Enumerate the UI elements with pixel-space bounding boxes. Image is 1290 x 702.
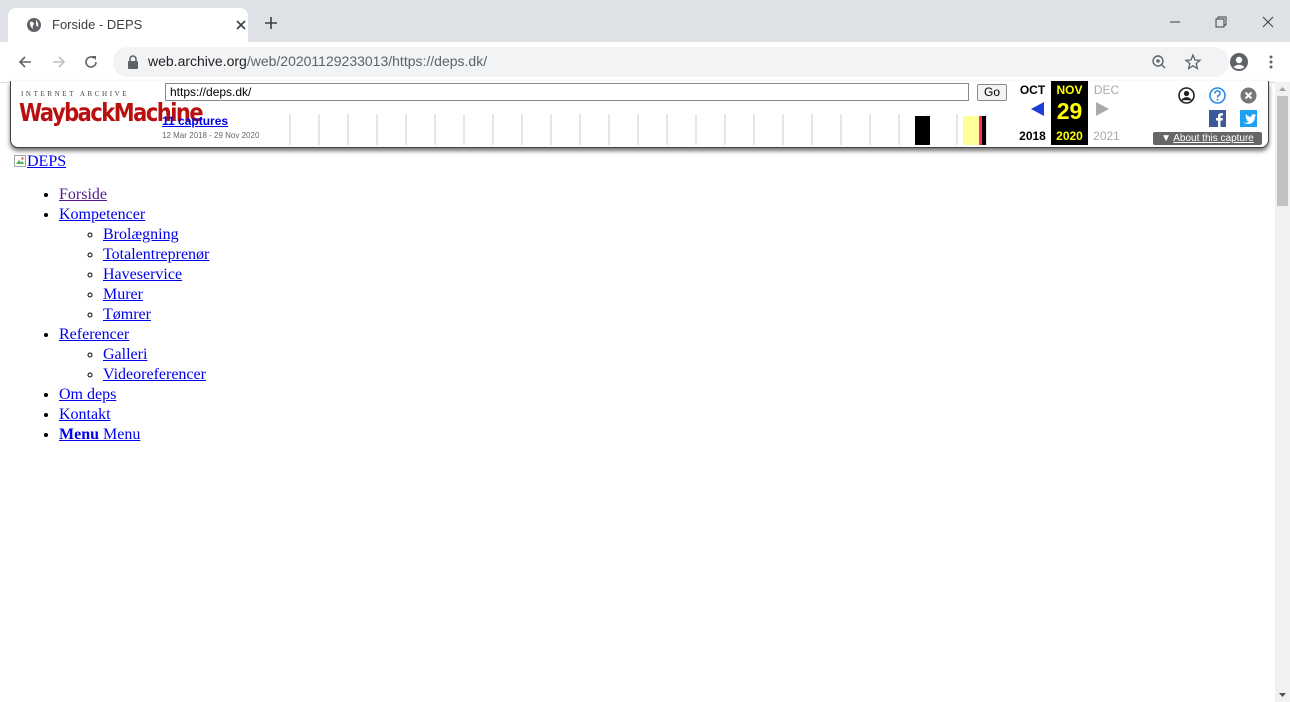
- caret-down-icon: ▼: [1161, 133, 1174, 144]
- scroll-down-icon[interactable]: [1279, 691, 1286, 698]
- nav-link-om-deps[interactable]: Om deps: [59, 386, 116, 403]
- nav-link-forside[interactable]: Forside: [59, 186, 107, 203]
- lock-icon: [128, 55, 138, 69]
- nav-item-totalentreprenor: Totalentreprenør: [103, 245, 209, 265]
- broken-image-icon: [14, 155, 26, 167]
- address-bar[interactable]: web.archive.org/web/20201129233013/https…: [113, 47, 1229, 77]
- reload-icon[interactable]: [83, 54, 99, 70]
- nav-link-totalentreprenor[interactable]: Totalentreprenør: [103, 246, 209, 263]
- wayback-url-input[interactable]: https://deps.dk/: [165, 83, 969, 101]
- scroll-up-icon[interactable]: [1279, 86, 1286, 93]
- page-scrollbar[interactable]: [1275, 82, 1290, 702]
- nav-item-referencer: Referencer Galleri Videoreferencer: [59, 325, 209, 385]
- internet-archive-label: INTERNET ARCHIVE: [21, 90, 130, 98]
- capture-day: 29: [1056, 98, 1083, 124]
- about-capture-button[interactable]: ▼ About this capture: [1153, 132, 1262, 145]
- user-account-icon[interactable]: [1178, 87, 1195, 104]
- menu-plain-label: Menu: [103, 426, 141, 443]
- nav-link-haveservice[interactable]: Haveservice: [103, 266, 182, 283]
- capture-sparkline[interactable]: [289, 114, 1009, 145]
- captures-link[interactable]: 11 captures: [162, 114, 228, 128]
- new-tab-icon[interactable]: [263, 15, 279, 31]
- browser-toolbar: web.archive.org/web/20201129233013/https…: [0, 42, 1290, 83]
- nav-item-haveservice: Haveservice: [103, 265, 209, 285]
- close-window-icon[interactable]: [1260, 14, 1276, 30]
- nav-item-brolaegning: Brolægning: [103, 225, 209, 245]
- forward-icon[interactable]: [51, 54, 67, 70]
- prev-month-label[interactable]: OCT: [1014, 83, 1051, 97]
- menu-bold-label: Menu: [59, 426, 99, 443]
- wayback-toolbar: INTERNET ARCHIVE WaybackMachine https://…: [10, 81, 1269, 148]
- scroll-thumb[interactable]: [1277, 96, 1288, 206]
- tab-strip: Forside - DEPS: [0, 0, 1290, 42]
- url-path: /web/20201129233013/https://deps.dk/: [246, 53, 488, 69]
- url-text: web.archive.org/web/20201129233013/https…: [148, 53, 487, 69]
- nav-link-murer[interactable]: Murer: [103, 286, 143, 303]
- bookmark-star-icon[interactable]: [1184, 53, 1202, 71]
- next-month-label: DEC: [1093, 83, 1120, 97]
- tab-title: Forside - DEPS: [52, 17, 143, 32]
- nav-item-galleri: Galleri: [103, 345, 209, 365]
- nav-link-videoreferencer[interactable]: Videoreferencer: [103, 366, 206, 383]
- back-icon[interactable]: [17, 54, 33, 70]
- restore-icon[interactable]: [1213, 14, 1229, 30]
- nav-link-kompetencer[interactable]: Kompetencer: [59, 206, 145, 223]
- help-icon[interactable]: [1209, 87, 1226, 104]
- about-capture-label: About this capture: [1173, 133, 1254, 144]
- prev-year-label[interactable]: 2018: [1014, 129, 1051, 143]
- browser-tab[interactable]: Forside - DEPS: [8, 8, 248, 42]
- nav-link-referencer[interactable]: Referencer: [59, 326, 129, 343]
- nav-link-brolaegning[interactable]: Brolægning: [103, 226, 179, 243]
- menu-toggle-link[interactable]: Menu Menu: [59, 426, 140, 443]
- nav-item-om-deps: Om deps: [59, 385, 209, 405]
- logo-alt-text: DEPS: [27, 153, 67, 170]
- twitter-icon[interactable]: [1240, 110, 1257, 127]
- nav-link-kontakt[interactable]: Kontakt: [59, 406, 111, 423]
- nav-item-forside: Forside: [59, 185, 209, 205]
- current-year-label: 2020: [1056, 129, 1083, 143]
- menu-dots-icon[interactable]: [1262, 53, 1280, 71]
- nav-link-galleri[interactable]: Galleri: [103, 346, 147, 363]
- nav-item-murer: Murer: [103, 285, 209, 305]
- next-capture-arrow-icon: [1096, 102, 1109, 116]
- next-year-label: 2021: [1093, 129, 1120, 143]
- nav-item-kontakt: Kontakt: [59, 405, 209, 425]
- nav-item-tomrer: Tømrer: [103, 305, 209, 325]
- zoom-icon[interactable]: [1150, 53, 1168, 71]
- nav-link-tomrer[interactable]: Tømrer: [103, 306, 151, 323]
- main-nav: Forside Kompetencer Brolægning Totalentr…: [0, 185, 209, 445]
- minimize-icon[interactable]: [1167, 14, 1183, 30]
- url-host: web.archive.org: [148, 53, 247, 69]
- globe-icon: [27, 18, 41, 32]
- nav-item-menu: Menu Menu: [59, 425, 209, 445]
- facebook-icon[interactable]: [1209, 110, 1226, 127]
- close-toolbar-icon[interactable]: [1240, 87, 1257, 104]
- go-button[interactable]: Go: [977, 84, 1007, 101]
- close-tab-icon[interactable]: [232, 16, 250, 34]
- logo-link[interactable]: DEPS: [14, 153, 66, 171]
- capture-date-range: 12 Mar 2018 - 29 Nov 2020: [162, 131, 260, 140]
- nav-item-videoreferencer: Videoreferencer: [103, 365, 209, 385]
- submenu-referencer: Galleri Videoreferencer: [59, 345, 209, 385]
- prev-capture-arrow-icon[interactable]: [1029, 101, 1045, 117]
- nav-item-kompetencer: Kompetencer Brolægning Totalentreprenør …: [59, 205, 209, 325]
- current-month-label: NOV: [1056, 83, 1083, 97]
- account-icon[interactable]: [1229, 52, 1249, 72]
- submenu-kompetencer: Brolægning Totalentreprenør Haveservice …: [59, 225, 209, 325]
